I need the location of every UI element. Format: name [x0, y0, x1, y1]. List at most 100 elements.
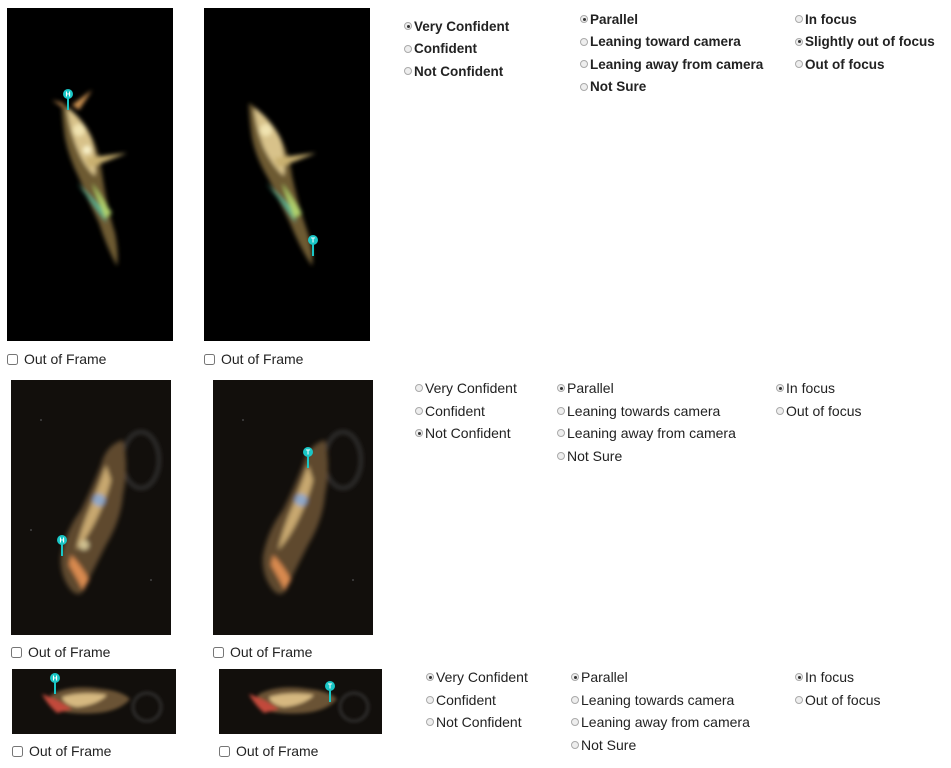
radio-button[interactable] [580, 37, 588, 46]
radio-button[interactable] [571, 718, 579, 727]
confidence-option[interactable]: Not Confident [426, 711, 528, 734]
out-of-frame-checkbox-head[interactable]: Out of Frame [12, 743, 111, 759]
radio-button[interactable] [557, 429, 565, 438]
option-label: In focus [805, 669, 855, 686]
confidence-option[interactable]: Not Confident [415, 422, 517, 445]
specimen-image-tail[interactable]: T [204, 8, 370, 341]
confidence-option[interactable]: Confident [415, 400, 517, 423]
orientation-option[interactable]: Not Sure [557, 445, 736, 468]
focus-option[interactable]: Out of focus [795, 689, 880, 712]
tail-marker[interactable]: T [307, 234, 319, 256]
orientation-option[interactable]: Parallel [571, 666, 750, 689]
orientation-option[interactable]: Leaning away from camera [580, 53, 763, 76]
specimen-image-head[interactable]: H [12, 669, 176, 734]
option-label: In focus [805, 11, 857, 27]
radio-button[interactable] [557, 384, 565, 393]
out-of-frame-label: Out of Frame [29, 743, 112, 759]
radio-button[interactable] [404, 67, 412, 76]
radio-button[interactable] [580, 82, 588, 91]
option-label: Leaning towards camera [567, 402, 721, 419]
focus-option[interactable]: In focus [795, 8, 935, 31]
out-of-frame-input[interactable] [219, 745, 230, 757]
radio-button[interactable] [776, 384, 784, 393]
radio-button[interactable] [580, 15, 588, 24]
orientation-option[interactable]: Leaning towards camera [571, 689, 750, 712]
focus-option[interactable]: In focus [795, 666, 880, 689]
option-label: Very Confident [425, 380, 517, 397]
radio-button[interactable] [795, 695, 803, 704]
option-label: Leaning away from camera [590, 56, 764, 72]
head-marker[interactable]: H [49, 672, 61, 694]
radio-button[interactable] [426, 673, 434, 682]
option-label: Not Confident [414, 63, 504, 79]
focus-option[interactable]: In focus [776, 377, 861, 400]
out-of-frame-checkbox-tail[interactable]: Out of Frame [219, 743, 318, 759]
tail-marker[interactable]: T [302, 446, 314, 468]
orientation-option[interactable]: Not Sure [571, 734, 750, 757]
radio-button[interactable] [415, 384, 423, 393]
option-label: Not Sure [567, 447, 623, 464]
head-marker[interactable]: H [62, 88, 74, 110]
orientation-option[interactable]: Leaning toward camera [580, 31, 763, 54]
radio-button[interactable] [571, 740, 579, 749]
radio-button[interactable] [404, 44, 412, 53]
focus-group: In focus Out of focus [795, 666, 880, 711]
out-of-frame-input[interactable] [204, 353, 215, 365]
radio-button[interactable] [580, 60, 588, 69]
out-of-frame-input[interactable] [213, 646, 224, 658]
orientation-option[interactable]: Parallel [557, 377, 736, 400]
out-of-frame-label: Out of Frame [236, 743, 319, 759]
radio-button[interactable] [571, 673, 579, 682]
confidence-option[interactable]: Confident [426, 689, 528, 712]
out-of-frame-checkbox-tail[interactable]: Out of Frame [204, 351, 303, 367]
out-of-frame-input[interactable] [7, 353, 18, 365]
option-label: Out of focus [805, 691, 881, 708]
specimen-image-tail[interactable]: T [219, 669, 382, 734]
specimen-image-head[interactable]: H [11, 380, 171, 635]
head-marker[interactable]: H [56, 534, 68, 556]
radio-button[interactable] [415, 406, 423, 415]
specimen-image-tail[interactable]: T [213, 380, 373, 635]
radio-button[interactable] [571, 695, 579, 704]
confidence-option[interactable]: Not Confident [404, 60, 509, 83]
radio-button[interactable] [426, 695, 434, 704]
focus-option[interactable]: Out of focus [776, 400, 861, 423]
out-of-frame-checkbox-head[interactable]: Out of Frame [11, 644, 110, 660]
radio-button[interactable] [795, 37, 803, 46]
confidence-option[interactable]: Very Confident [426, 666, 528, 689]
confidence-option[interactable]: Very Confident [415, 377, 517, 400]
orientation-option[interactable]: Leaning towards camera [557, 400, 736, 423]
out-of-frame-checkbox-tail[interactable]: Out of Frame [213, 644, 312, 660]
orientation-option[interactable]: Leaning away from camera [571, 711, 750, 734]
confidence-option[interactable]: Very Confident [404, 15, 509, 38]
radio-button[interactable] [404, 22, 412, 31]
specimen-image-head[interactable]: H [7, 8, 173, 341]
radio-button[interactable] [426, 718, 434, 727]
radio-button[interactable] [795, 15, 803, 24]
out-of-frame-input[interactable] [12, 745, 23, 757]
option-label: Not Confident [436, 714, 522, 731]
radio-button[interactable] [557, 406, 565, 415]
focus-group: In focus Out of focus [776, 377, 861, 422]
radio-button[interactable] [795, 60, 803, 69]
head-marker-label: H [65, 92, 70, 99]
out-of-frame-label: Out of Frame [24, 351, 107, 367]
orientation-option[interactable]: Leaning away from camera [557, 422, 736, 445]
out-of-frame-checkbox-head[interactable]: Out of Frame [7, 351, 106, 367]
confidence-group: Very Confident Confident Not Confident [415, 377, 517, 445]
confidence-group: Very Confident Confident Not Confident [426, 666, 528, 734]
confidence-option[interactable]: Confident [404, 38, 509, 61]
option-label: Leaning away from camera [567, 425, 736, 442]
tail-marker[interactable]: T [324, 680, 336, 702]
radio-button[interactable] [415, 429, 423, 438]
radio-button[interactable] [557, 451, 565, 460]
option-label: Not Confident [425, 425, 511, 442]
out-of-frame-input[interactable] [11, 646, 22, 658]
option-label: Confident [414, 41, 477, 57]
radio-button[interactable] [795, 673, 803, 682]
focus-option[interactable]: Slightly out of focus [795, 31, 935, 54]
focus-option[interactable]: Out of focus [795, 53, 935, 76]
radio-button[interactable] [776, 406, 784, 415]
orientation-option[interactable]: Parallel [580, 8, 763, 31]
orientation-option[interactable]: Not Sure [580, 76, 763, 99]
